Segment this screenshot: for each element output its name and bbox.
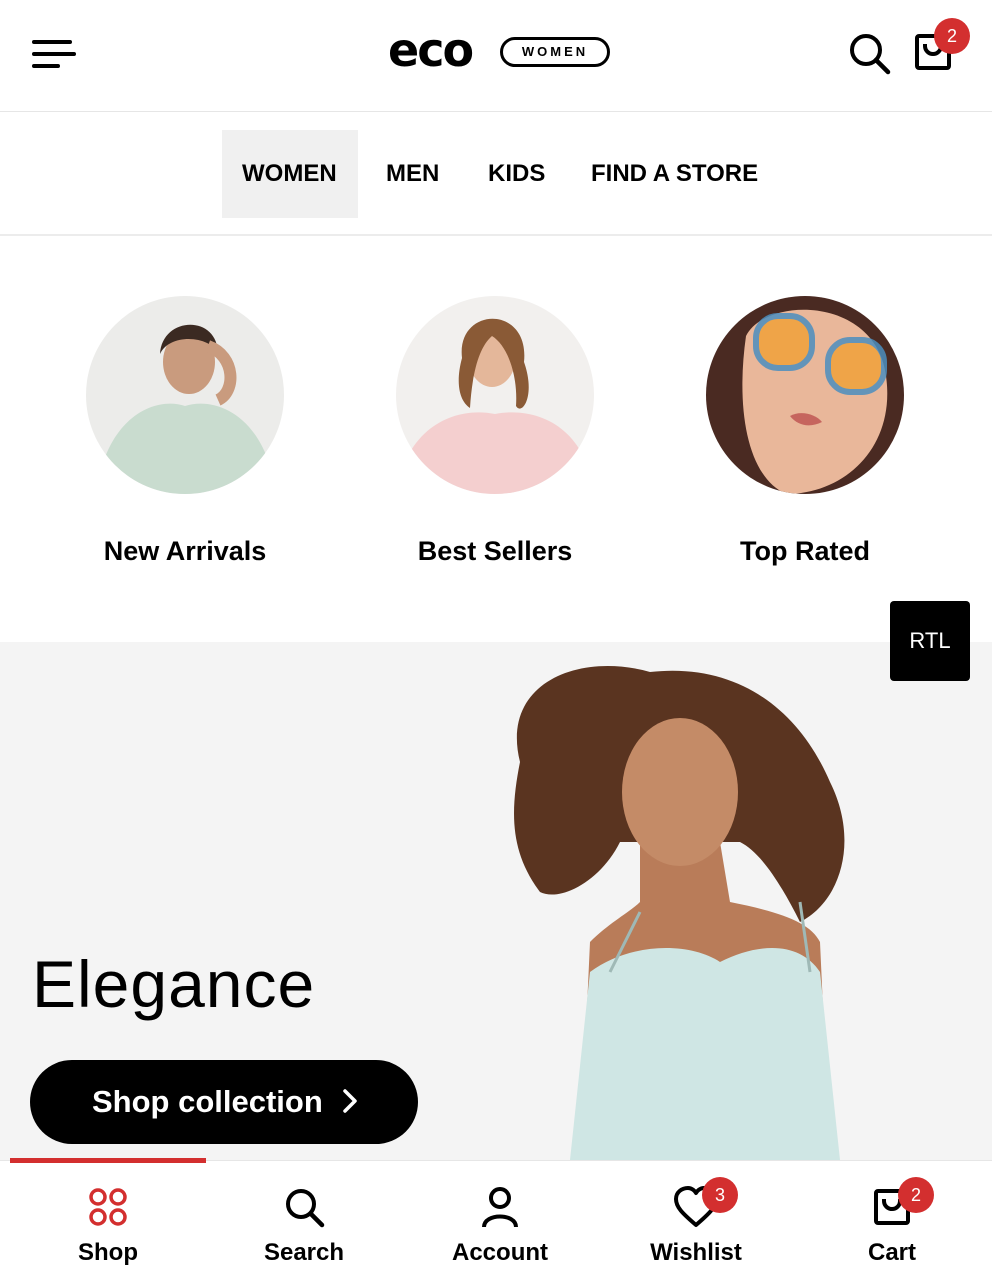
category-image: [86, 296, 284, 494]
menu-icon-line: [32, 52, 76, 56]
menu-button[interactable]: [28, 34, 80, 74]
category-top-rated[interactable]: Top Rated: [675, 296, 935, 567]
tab-label: Search: [263, 1239, 345, 1266]
logo-word: eco: [388, 23, 474, 77]
category-label: Top Rated: [740, 536, 870, 566]
nav-item-men[interactable]: MEN: [366, 130, 459, 218]
brand-logo[interactable]: eco WOMEN: [388, 23, 612, 78]
tab-wishlist[interactable]: 3 Wishlist: [598, 1161, 794, 1284]
wishlist-count-badge: 3: [702, 1177, 738, 1213]
hero-banner: Elegance Shop collection: [0, 642, 992, 1160]
user-icon: [482, 1187, 518, 1228]
tab-shop[interactable]: Shop: [10, 1161, 206, 1284]
tab-label: Wishlist: [650, 1239, 742, 1266]
search-icon: [286, 1189, 325, 1228]
menu-icon-line: [32, 40, 72, 44]
hero-title: Elegance: [32, 947, 316, 1021]
shop-collection-label: Shop collection: [92, 1084, 323, 1119]
tab-label: Account: [452, 1239, 548, 1266]
category-label: Best Sellers: [417, 536, 573, 566]
tab-cart[interactable]: 2 Cart: [794, 1161, 990, 1284]
shop-collection-button[interactable]: Shop collection: [30, 1060, 418, 1144]
tab-account[interactable]: Account: [402, 1161, 598, 1284]
nav-item-find-a-store[interactable]: FIND A STORE: [571, 130, 778, 218]
cart-count-badge: 2: [934, 18, 970, 54]
search-icon: [850, 34, 891, 75]
cart-count-badge: 2: [898, 1177, 934, 1213]
nav-item-women[interactable]: WOMEN: [222, 130, 358, 218]
main-nav: WOMEN MEN KIDS FIND A STORE: [0, 112, 992, 236]
category-new-arrivals[interactable]: New Arrivals: [55, 296, 315, 567]
cart-button[interactable]: 2: [910, 18, 970, 76]
menu-icon-line: [32, 64, 60, 68]
tab-label: Shop: [78, 1239, 138, 1266]
tab-search[interactable]: Search: [206, 1161, 402, 1284]
tab-label: Cart: [867, 1239, 916, 1266]
top-header: eco WOMEN 2: [0, 0, 992, 112]
category-image: [706, 296, 904, 494]
grid-icon: [89, 1188, 127, 1226]
bottom-tab-bar: Shop Search Account 3 Wishlist 2 Cart: [0, 1158, 992, 1284]
nav-item-kids[interactable]: KIDS: [468, 130, 565, 218]
rtl-toggle-button[interactable]: RTL: [890, 601, 970, 681]
chevron-right-icon: [343, 1089, 357, 1113]
category-image: [396, 296, 594, 494]
category-label: New Arrivals: [103, 536, 267, 566]
category-list: New Arrivals Best Sellers Top Rated: [0, 236, 992, 642]
search-button[interactable]: [846, 30, 894, 78]
logo-tag: WOMEN: [500, 37, 610, 67]
category-best-sellers[interactable]: Best Sellers: [365, 296, 625, 567]
